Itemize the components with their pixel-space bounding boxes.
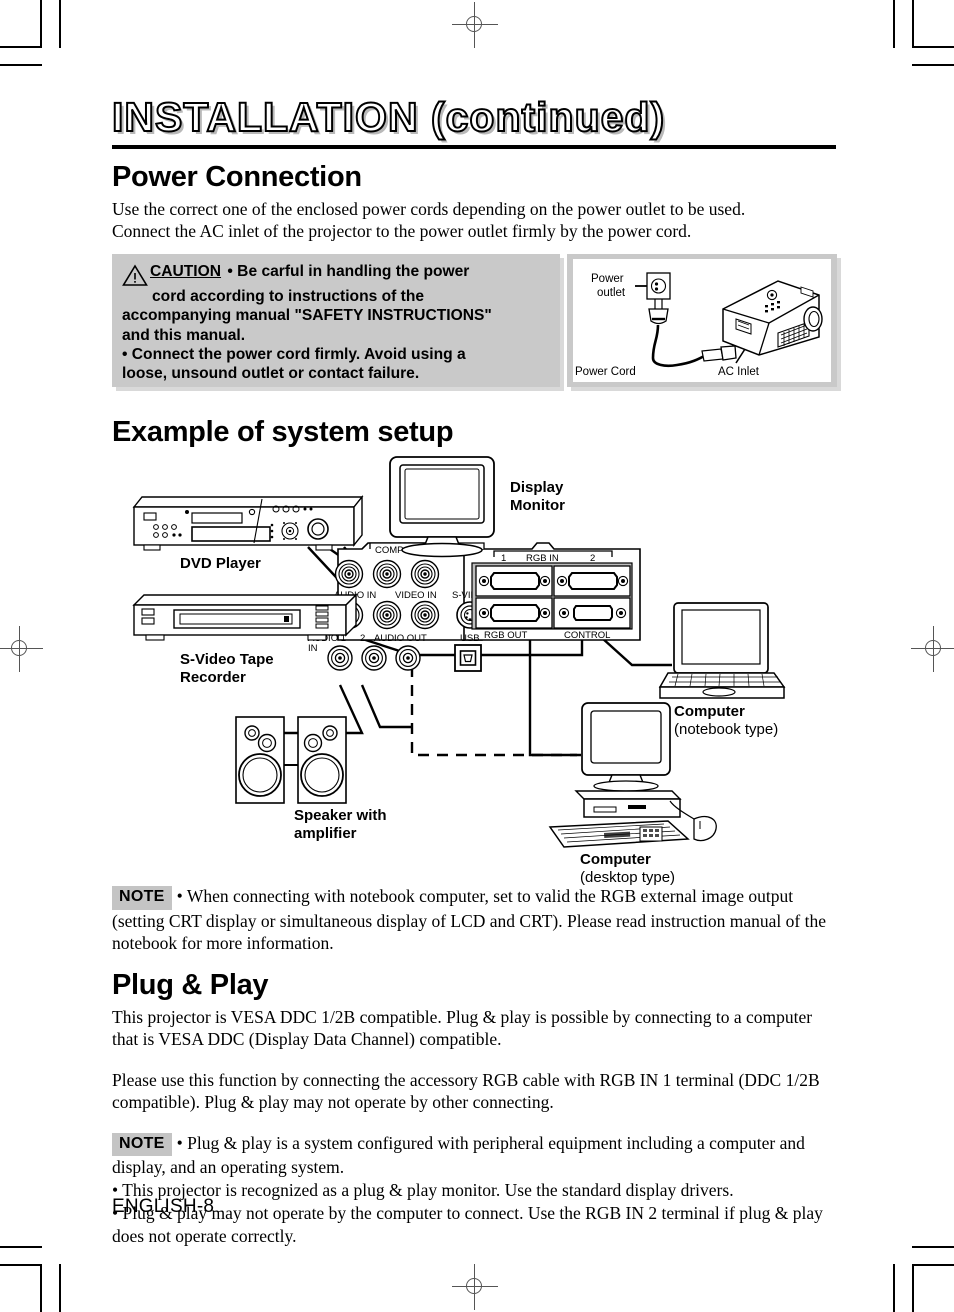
title-divider bbox=[112, 145, 836, 150]
registration-mark-top bbox=[452, 2, 498, 48]
crop-mark-tl-h2 bbox=[0, 64, 42, 66]
section-heading-system-setup: Example of system setup bbox=[112, 416, 454, 449]
power-cord-label: Power Cord bbox=[575, 366, 636, 378]
registration-mark-left bbox=[0, 626, 43, 672]
caution-line-1: • Be carful in handling the power bbox=[227, 263, 470, 281]
crop-mark-bl-v bbox=[40, 1264, 42, 1312]
crop-mark-tr-h bbox=[912, 46, 954, 48]
crop-mark-br-h bbox=[912, 1246, 954, 1248]
plug-and-play-paragraph-1: This projector is VESA DDC 1/2B compatib… bbox=[112, 1006, 813, 1050]
caution-line-3: accompanying manual "SAFETY INSTRUCTIONS… bbox=[122, 307, 492, 325]
section-heading-power-connection: Power Connection bbox=[112, 161, 362, 194]
power-outlet-label-line2: outlet bbox=[597, 287, 626, 299]
label-usb: USB bbox=[460, 633, 480, 644]
crop-mark-tl-v bbox=[40, 0, 42, 48]
label-rgb-in: RGB IN bbox=[526, 553, 559, 564]
dvd-player-illustration bbox=[132, 494, 364, 551]
terminal-panel: COMPONENT VIDEO bbox=[308, 541, 641, 672]
label-in: IN bbox=[308, 643, 318, 654]
label-video-in: VIDEO IN bbox=[395, 590, 437, 601]
label-rgb-in-1: 1 bbox=[501, 553, 506, 564]
device-label-dvd-player: DVD Player bbox=[180, 554, 261, 572]
display-monitor-illustration bbox=[389, 455, 495, 558]
projector-power-diagram: Power outlet Power Cord AC Inlet bbox=[575, 272, 823, 378]
caution-label: CAUTION bbox=[150, 263, 222, 281]
power-connection-paragraph-1: Use the correct one of the enclosed powe… bbox=[112, 198, 746, 219]
crop-mark-tl-h bbox=[0, 46, 42, 48]
projector-figure-box: Power outlet Power Cord AC Inlet bbox=[567, 254, 837, 388]
crop-mark-tr-h2 bbox=[912, 64, 954, 66]
caution-box: CAUTION • Be carful in handling the powe… bbox=[112, 254, 560, 388]
caution-line-4: and this manual. bbox=[122, 326, 246, 344]
note-block-1: NOTE • When connecting with notebook comp… bbox=[112, 885, 842, 955]
device-label-notebook-computer: Computer (notebook type) bbox=[674, 702, 779, 738]
crop-mark-tl-v2 bbox=[59, 0, 61, 48]
note-2-bullet-3: • Plug & play may not operate by the com… bbox=[112, 1202, 823, 1246]
notebook-computer-illustration bbox=[658, 601, 786, 699]
section-heading-plug-and-play: Plug & Play bbox=[112, 969, 269, 1002]
crop-mark-tr-v bbox=[893, 0, 895, 48]
vcr-illustration bbox=[132, 593, 358, 641]
device-label-vcr: S-Video Tape Recorder bbox=[180, 650, 274, 686]
note-badge-2: NOTE bbox=[112, 1132, 172, 1157]
label-rgb-in-2: 2 bbox=[590, 553, 595, 564]
plug-and-play-paragraph-2: Please use this function by connecting t… bbox=[112, 1069, 820, 1113]
caution-line-5: • Connect the power cord firmly. Avoid u… bbox=[122, 345, 466, 363]
note-2-bullet-2: • This projector is recognized as a plug… bbox=[112, 1180, 734, 1201]
crop-mark-bl-h2 bbox=[0, 1264, 42, 1266]
note-2-text: • Plug & play is a system configured wit… bbox=[112, 1132, 805, 1178]
crop-mark-br-h2 bbox=[912, 1264, 954, 1266]
crop-mark-bl-v2 bbox=[59, 1264, 61, 1312]
system-setup-diagram: COMPONENT VIDEO bbox=[112, 455, 842, 886]
power-outlet-label-line1: Power bbox=[591, 273, 624, 285]
page-title: INSTALLATION (continued) bbox=[111, 94, 666, 140]
crop-mark-tr-v2 bbox=[912, 0, 914, 48]
page-content: INSTALLATION (continued) Power Connectio… bbox=[111, 94, 842, 1248]
device-label-speaker: Speaker with amplifier bbox=[294, 806, 387, 842]
caution-line-6: loose, unsound outlet or contact failure… bbox=[122, 364, 420, 382]
label-rgb-out: RGB OUT bbox=[484, 630, 527, 641]
registration-mark-right bbox=[911, 626, 954, 672]
page-footer: ENGLISH-8 bbox=[112, 1196, 215, 1217]
label-control: CONTROL bbox=[564, 630, 610, 641]
power-connection-paragraph-2: Connect the AC inlet of the projector to… bbox=[112, 220, 692, 241]
ac-inlet-label: AC Inlet bbox=[718, 366, 760, 378]
note-1-text: • When connecting with notebook computer… bbox=[112, 885, 826, 954]
warning-triangle-icon bbox=[122, 264, 148, 287]
label-audio-2: 2 bbox=[360, 633, 365, 644]
crop-mark-br-v bbox=[893, 1264, 895, 1312]
crop-mark-bl-h bbox=[0, 1246, 42, 1248]
crop-mark-br-v2 bbox=[912, 1264, 914, 1312]
registration-mark-bottom bbox=[452, 1264, 498, 1310]
label-audio-out: AUDIO OUT bbox=[374, 633, 427, 644]
device-label-display-monitor: Display Monitor bbox=[510, 478, 565, 514]
caution-row: CAUTION • Be carful in handling the powe… bbox=[112, 254, 842, 394]
caution-line-2: cord according to instructions of the bbox=[152, 288, 425, 306]
device-label-desktop-computer: Computer (desktop type) bbox=[580, 850, 676, 886]
note-block-2: NOTE • Plug & play is a system configured… bbox=[112, 1132, 842, 1248]
speaker-illustration bbox=[235, 715, 347, 804]
note-badge-1: NOTE bbox=[112, 885, 172, 910]
